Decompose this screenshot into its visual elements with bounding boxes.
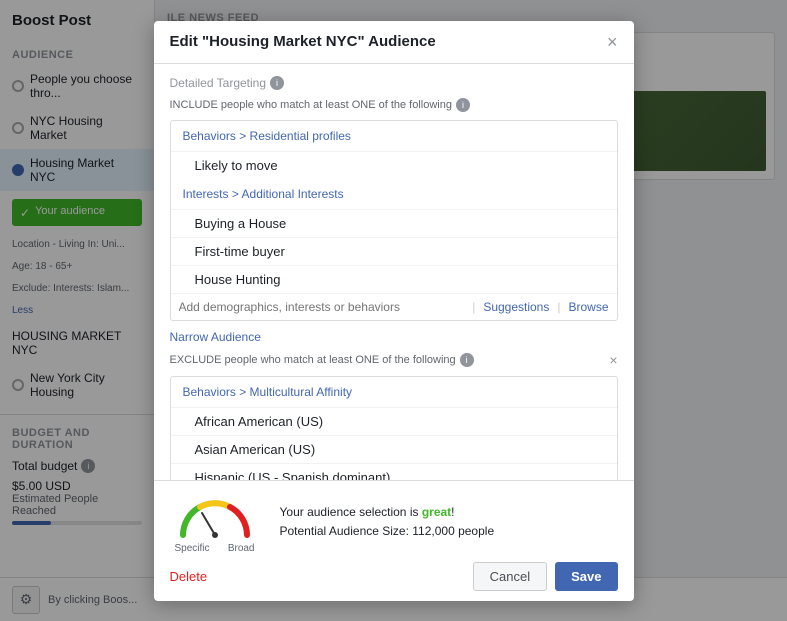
first-time-buyer-item: First-time buyer [171, 237, 617, 265]
exclude-label: EXCLUDE people who match at least ONE of… [170, 352, 618, 368]
gauge-container: Specific Broad [170, 491, 260, 554]
modal-body: Detailed Targeting i INCLUDE people who … [154, 64, 634, 480]
info-icon-include[interactable]: i [456, 98, 470, 112]
modal-overlay: Edit "Housing Market NYC" Audience × Det… [0, 0, 787, 621]
modal-footer: Specific Broad Your audience selection i… [154, 480, 634, 601]
african-american-item: African American (US) [171, 407, 617, 435]
browse-link[interactable]: Browse [568, 300, 608, 314]
buying-house-item: Buying a House [171, 209, 617, 237]
gauge-labels: Specific Broad [175, 543, 255, 554]
add-include-input-row: | Suggestions | Browse [171, 293, 617, 320]
exclude-close-button[interactable]: × [609, 352, 617, 368]
behaviors-residential-link[interactable]: Behaviors > Residential profiles [171, 121, 617, 151]
modal-save-button[interactable]: Save [555, 562, 617, 591]
modal: Edit "Housing Market NYC" Audience × Det… [154, 21, 634, 601]
likely-to-move-item: Likely to move [171, 151, 617, 179]
gauge-specific-label: Specific [175, 543, 210, 554]
add-include-input[interactable] [179, 300, 469, 314]
modal-title: Edit "Housing Market NYC" Audience [170, 33, 436, 50]
modal-close-button[interactable]: × [607, 33, 618, 51]
include-label: INCLUDE people who match at least ONE of… [170, 98, 618, 112]
suggestions-link[interactable]: Suggestions [483, 300, 549, 314]
behaviors-multicultural-link[interactable]: Behaviors > Multicultural Affinity [171, 377, 617, 407]
info-icon-exclude[interactable]: i [460, 353, 474, 367]
modal-action-row: Delete Cancel Save [170, 562, 618, 591]
modal-header: Edit "Housing Market NYC" Audience × [154, 21, 634, 64]
hispanic-item: Hispanic (US - Spanish dominant) [171, 463, 617, 480]
info-icon-targeting[interactable]: i [270, 76, 284, 90]
audience-size-text: Potential Audience Size: 112,000 people [280, 522, 618, 541]
narrow-audience-link[interactable]: Narrow Audience [170, 330, 261, 344]
gauge-svg [175, 491, 255, 541]
great-text: great [422, 505, 451, 519]
delete-link[interactable]: Delete [170, 569, 208, 584]
include-input-actions: | Suggestions | Browse [472, 300, 608, 314]
gauge-row: Specific Broad Your audience selection i… [170, 491, 618, 554]
detailed-targeting-label: Detailed Targeting i [170, 76, 618, 90]
modal-cancel-button[interactable]: Cancel [473, 562, 547, 591]
exclude-targeting-box: Behaviors > Multicultural Affinity Afric… [170, 376, 618, 480]
include-targeting-box: Behaviors > Residential profiles Likely … [170, 120, 618, 321]
asian-american-item: Asian American (US) [171, 435, 617, 463]
modal-action-buttons: Cancel Save [473, 562, 618, 591]
house-hunting-item: House Hunting [171, 265, 617, 293]
interests-additional-link[interactable]: Interests > Additional Interests [171, 179, 617, 209]
gauge-broad-label: Broad [228, 543, 255, 554]
audience-info-text: Your audience selection is great! Potent… [280, 503, 618, 541]
